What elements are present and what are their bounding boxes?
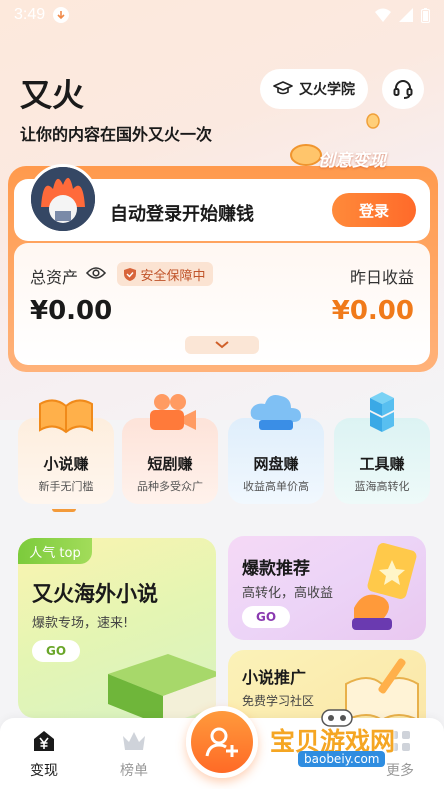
shield-icon <box>124 267 137 281</box>
hot-tag: 人气 top <box>18 538 92 564</box>
creative-monetize-tag: 创意变现 <box>318 151 386 171</box>
add-user-icon <box>205 727 238 757</box>
category-short-drama[interactable]: 短剧赚 品种多受众广 <box>122 394 218 504</box>
status-time: 3:49 <box>14 6 46 23</box>
category-title: 短剧赚 <box>147 455 193 473</box>
yesterday-income-label: 昨日收益 <box>349 268 414 287</box>
category-title: 网盘赚 <box>253 455 299 473</box>
app-subtitle: 让你的内容在国外又火一次 <box>20 125 213 144</box>
battery-icon <box>421 7 430 23</box>
promo-overseas-novel[interactable]: 人气 top 又火海外小说 爆款专场，速来! GO <box>18 538 216 718</box>
app-title: 又火 <box>20 76 85 114</box>
customer-service-button[interactable] <box>382 69 424 109</box>
academy-button[interactable]: 又火学院 <box>260 69 368 109</box>
promo-title: 又火海外小说 <box>32 582 158 606</box>
login-button[interactable]: 登录 <box>332 193 416 227</box>
nav-label: 更多 <box>386 763 414 779</box>
category-cloud-drive[interactable]: 网盘赚 收益高单价高 <box>228 395 324 504</box>
promo-title: 小说推广 <box>242 668 307 687</box>
promo-subtitle: 爆款专场，速来! <box>32 616 129 631</box>
category-subtitle: 收益高单价高 <box>243 480 309 493</box>
category-title: 工具赚 <box>359 455 405 473</box>
graduation-cap-icon <box>273 81 293 95</box>
category-title: 小说赚 <box>43 455 89 473</box>
signal-icon <box>399 8 413 22</box>
yen-home-icon <box>34 731 54 751</box>
avatar[interactable] <box>28 164 98 234</box>
yesterday-income-value: ¥0.00 <box>331 296 414 326</box>
download-icon <box>53 7 70 23</box>
go-button[interactable]: GO <box>242 606 290 628</box>
add-user-button[interactable] <box>186 706 258 778</box>
coin-decoration-icon <box>366 113 380 129</box>
expand-toggle[interactable] <box>185 336 259 354</box>
crown-icon <box>123 732 145 750</box>
headset-icon <box>393 80 413 99</box>
nav-label: 榜单 <box>120 763 148 779</box>
nav-tab-ranking[interactable]: 榜单 <box>104 728 164 780</box>
promo-subtitle: 免费学习社区 <box>242 694 315 708</box>
cloud-drive-icon <box>250 395 301 430</box>
status-bar: 3:49 <box>0 0 444 30</box>
total-assets-label: 总资产 <box>30 268 79 287</box>
cubes-icon <box>370 392 394 432</box>
category-subtitle: 蓝海高转化 <box>354 480 410 493</box>
book-icon <box>108 654 216 718</box>
promo-hot-recommend[interactable]: 爆款推荐 高转化，高收益 GO <box>228 536 426 640</box>
wifi-icon <box>375 8 391 22</box>
category-subtitle: 新手无门槛 <box>38 480 94 493</box>
auto-login-prompt: 自动登录开始赚钱 <box>110 204 254 225</box>
total-assets-value: ¥0.00 <box>30 296 113 326</box>
promo-subtitle: 高转化，高收益 <box>242 586 334 601</box>
film-camera-icon <box>150 394 196 430</box>
category-novel[interactable]: 小说赚 新手无门槛 <box>18 399 114 504</box>
star-card-icon <box>352 543 417 630</box>
security-badge-label: 安全保障中 <box>140 268 206 284</box>
chevron-down-icon <box>215 341 229 349</box>
go-button[interactable]: GO <box>32 640 80 662</box>
category-subtitle: 品种多受众广 <box>137 480 203 493</box>
nav-label: 变现 <box>30 763 58 779</box>
nav-tab-monetize[interactable]: 变现 <box>14 728 74 780</box>
security-badge: 安全保障中 <box>117 262 213 286</box>
academy-label: 又火学院 <box>299 82 355 98</box>
promo-title: 爆款推荐 <box>242 559 310 579</box>
category-tools[interactable]: 工具赚 蓝海高转化 <box>334 392 430 504</box>
open-book-icon <box>39 399 93 434</box>
selected-indicator <box>52 506 76 512</box>
watermark-url: baobeiy.com <box>298 751 386 767</box>
eye-icon[interactable] <box>86 266 106 280</box>
